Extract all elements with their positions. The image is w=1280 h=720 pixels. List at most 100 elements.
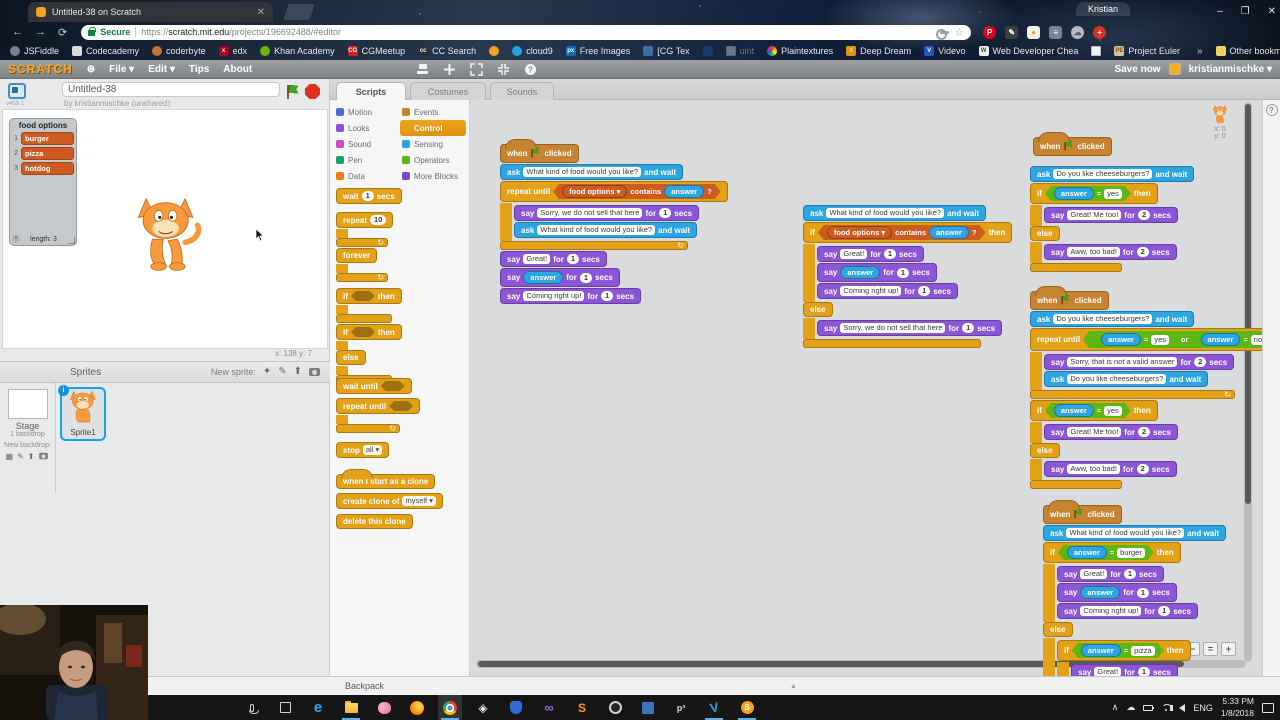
script[interactable]: ifthenelse: [336, 324, 402, 385]
script[interactable]: delete this clone: [336, 514, 413, 530]
stack-block[interactable]: askWhat kind of food would you like?and …: [1043, 525, 1226, 541]
clock[interactable]: 5:33 PM1/8/2018: [1221, 696, 1254, 718]
hat-block[interactable]: whenclicked: [1043, 505, 1122, 524]
sprite-tile[interactable]: i Sprite1: [60, 387, 106, 441]
number-field[interactable]: 1: [918, 286, 930, 296]
list-value[interactable]: pizza: [21, 147, 74, 160]
boolean-slot[interactable]: [351, 291, 375, 301]
text-field[interactable]: Sorry, we do not sell that here: [537, 208, 642, 218]
bookmark-Codecademy[interactable]: Codecademy: [72, 46, 139, 56]
reporter-dropdown[interactable]: food options ▾: [827, 226, 892, 239]
taskbar-blue-app[interactable]: [636, 695, 660, 720]
hat-block[interactable]: whenclicked: [1033, 137, 1112, 156]
dropdown-field[interactable]: all ▾: [363, 445, 382, 455]
stack-block[interactable]: saySorry, we do not sell that herefor1se…: [817, 320, 1002, 336]
bookmark-Khan Academy[interactable]: Khan Academy: [260, 46, 335, 56]
text-field[interactable]: Great!: [840, 249, 867, 259]
tab-costumes[interactable]: Costumes: [410, 82, 486, 100]
stage-selector[interactable]: Stage 1 backdrop New backdrop: ▦ ✎ ⬆: [0, 383, 56, 493]
stack-block[interactable]: sayComing right up!for1secs: [817, 283, 958, 299]
help-icon[interactable]: ?: [1266, 104, 1278, 116]
new-tab-button[interactable]: [283, 4, 314, 20]
text-field[interactable]: Do you like cheeseburgers?: [1053, 169, 1152, 179]
script[interactable]: wait until: [336, 378, 412, 395]
bookmark-uint[interactable]: uint: [726, 46, 755, 56]
bookmark-Free Images[interactable]: pxFree Images: [566, 46, 631, 56]
stage[interactable]: food options 1burger2pizza3hotdog + leng…: [2, 109, 328, 349]
reporter-block[interactable]: answer: [1081, 644, 1121, 657]
text-field[interactable]: yes: [1104, 406, 1122, 416]
reporter-block[interactable]: answer: [1080, 586, 1120, 599]
text-field[interactable]: Great!: [1094, 667, 1121, 676]
taskbar-brain-app[interactable]: [372, 695, 396, 720]
taskbar-firefox[interactable]: [405, 695, 429, 720]
boolean-block[interactable]: answer=no: [1192, 332, 1262, 347]
maximize-button[interactable]: ❐: [1241, 6, 1250, 17]
number-field[interactable]: 1: [567, 254, 579, 264]
bookmark-Project Euler[interactable]: PEProject Euler: [1114, 46, 1180, 56]
sprite-library-icon[interactable]: ✦: [263, 367, 271, 377]
bookmarks-overflow-icon[interactable]: »: [1197, 46, 1203, 57]
category-control[interactable]: Control: [400, 120, 466, 136]
text-field[interactable]: Great!: [1080, 569, 1107, 579]
action-center-icon[interactable]: [1262, 703, 1274, 713]
speaker-icon[interactable]: [1179, 704, 1185, 712]
cloud-icon[interactable]: ☁: [1071, 26, 1084, 39]
battery-icon[interactable]: [1143, 705, 1153, 711]
taskbar-file-explorer[interactable]: [339, 695, 363, 720]
boolean-block[interactable]: answer=pizza: [1072, 643, 1164, 658]
globe-icon[interactable]: ⊕: [87, 64, 95, 75]
number-field[interactable]: 2: [1138, 427, 1150, 437]
text-field[interactable]: Great! Me too!: [1067, 427, 1121, 437]
text-field[interactable]: yes: [1151, 335, 1169, 345]
save-now-button[interactable]: Save now: [1114, 64, 1160, 75]
taskbar-unity[interactable]: ◈: [471, 695, 495, 720]
boolean-slot[interactable]: [381, 381, 405, 391]
plus-icon[interactable]: +: [1093, 26, 1106, 39]
reporter-block[interactable]: answer: [523, 271, 563, 284]
category-operators[interactable]: Operators: [400, 152, 466, 168]
number-field[interactable]: 1: [1137, 588, 1149, 598]
menu-edit[interactable]: Edit ▾: [148, 64, 175, 75]
reporter-block[interactable]: answer: [1067, 546, 1107, 559]
taskbar-lightning-app[interactable]: S: [570, 695, 594, 720]
number-field[interactable]: 1: [580, 273, 592, 283]
number-field[interactable]: 1: [659, 208, 671, 218]
bookmark-[CG Tex[interactable]: [CG Tex: [643, 46, 689, 56]
stack-block[interactable]: sayGreat!for1secs: [1071, 664, 1178, 676]
boolean-block[interactable]: answer=yesoranswer=no: [1083, 331, 1262, 348]
number-field[interactable]: 10: [370, 215, 386, 225]
hat-block[interactable]: whenclicked: [1030, 291, 1109, 310]
category-events[interactable]: Events: [400, 104, 466, 120]
text-field[interactable]: Aww, too bad!: [1067, 464, 1120, 474]
script[interactable]: when I start as a clone: [336, 468, 435, 490]
stop-button[interactable]: [305, 84, 320, 99]
bookmark-CGMeetup[interactable]: CGCGMeetup: [348, 46, 406, 56]
upload-icon[interactable]: ⬆: [294, 367, 302, 377]
text-field[interactable]: What kind of food would you like?: [826, 208, 944, 218]
list-value[interactable]: hotdog: [21, 162, 74, 175]
bookmark-CC Search[interactable]: ccCC Search: [418, 46, 476, 56]
text-field[interactable]: pizza: [1131, 646, 1155, 656]
stack-block[interactable]: sayGreat! Me too!for2secs: [1044, 207, 1178, 223]
green-flag-button[interactable]: [285, 84, 301, 100]
reporter-block[interactable]: answer: [1054, 404, 1094, 417]
category-sound[interactable]: Sound: [334, 136, 400, 152]
boolean-block[interactable]: answer=yes: [1045, 186, 1131, 201]
number-field[interactable]: 1: [884, 249, 896, 259]
stack-block[interactable]: create clone ofmyself ▾: [336, 493, 443, 509]
number-field[interactable]: 1: [1158, 606, 1170, 616]
boolean-block[interactable]: answer=yes: [1045, 403, 1131, 418]
text-field[interactable]: Do you like cheeseburgers?: [1053, 314, 1152, 324]
delete-icon[interactable]: [443, 63, 456, 76]
taskbar-shield-app[interactable]: [504, 695, 528, 720]
reporter-block[interactable]: answer: [840, 266, 880, 279]
boolean-block[interactable]: food options ▾containsanswer?: [818, 225, 986, 240]
menu-about[interactable]: About: [223, 64, 252, 75]
category-looks[interactable]: Looks: [334, 120, 400, 136]
text-field[interactable]: Sorry, we do not sell that here: [840, 323, 945, 333]
stack-block[interactable]: wait until: [336, 378, 412, 394]
lightbulb-icon[interactable]: ●: [1027, 26, 1040, 39]
c-block[interactable]: iffood options ▾containsanswer?thensayGr…: [803, 222, 1012, 349]
reload-icon[interactable]: ⟳: [58, 26, 67, 39]
